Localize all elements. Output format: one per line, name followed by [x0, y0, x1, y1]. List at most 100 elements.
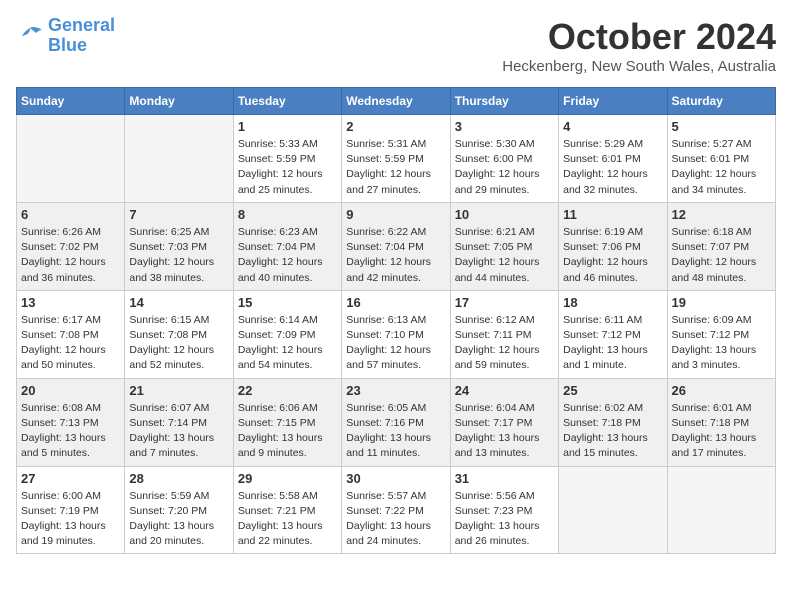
day-number: 17	[455, 295, 554, 310]
calendar-week-3: 13 Sunrise: 6:17 AM Sunset: 7:08 PM Dayli…	[17, 290, 776, 378]
table-cell: 21 Sunrise: 6:07 AM Sunset: 7:14 PM Dayli…	[125, 378, 233, 466]
day-number: 8	[238, 207, 337, 222]
table-cell: 12 Sunrise: 6:18 AM Sunset: 7:07 PM Dayli…	[667, 202, 775, 290]
month-title: October 2024	[502, 16, 776, 58]
day-number: 28	[129, 471, 228, 486]
table-cell: 11Sunrise: 6:19 AM Sunset: 7:06 PM Dayli…	[559, 202, 667, 290]
page-header: General Blue October 2024 Heckenberg, Ne…	[16, 16, 776, 75]
table-cell: 3 Sunrise: 5:30 AM Sunset: 6:00 PM Daylig…	[450, 115, 558, 203]
table-cell: 13 Sunrise: 6:17 AM Sunset: 7:08 PM Dayli…	[17, 290, 125, 378]
calendar-week-4: 20 Sunrise: 6:08 AM Sunset: 7:13 PM Dayli…	[17, 378, 776, 466]
table-cell: 23 Sunrise: 6:05 AM Sunset: 7:16 PM Dayli…	[342, 378, 450, 466]
day-number: 21	[129, 383, 228, 398]
table-cell: 1 Sunrise: 5:33 AM Sunset: 5:59 PM Daylig…	[233, 115, 341, 203]
table-cell: 16 Sunrise: 6:13 AM Sunset: 7:10 PM Dayli…	[342, 290, 450, 378]
day-info: Sunrise: 5:30 AM Sunset: 6:00 PM Dayligh…	[455, 137, 554, 198]
day-number: 27	[21, 471, 120, 486]
day-info: Sunrise: 6:07 AM Sunset: 7:14 PM Dayligh…	[129, 401, 228, 462]
day-info: Sunrise: 5:31 AM Sunset: 5:59 PM Dayligh…	[346, 137, 445, 198]
day-info: Sunrise: 6:18 AM Sunset: 7:07 PM Dayligh…	[672, 225, 771, 286]
table-cell: 9 Sunrise: 6:22 AM Sunset: 7:04 PM Daylig…	[342, 202, 450, 290]
table-cell: 20 Sunrise: 6:08 AM Sunset: 7:13 PM Dayli…	[17, 378, 125, 466]
calendar: Sunday Monday Tuesday Wednesday Thursday…	[16, 87, 776, 554]
header-sunday: Sunday	[17, 88, 125, 115]
day-number: 13	[21, 295, 120, 310]
day-number: 26	[672, 383, 771, 398]
table-cell: 26 Sunrise: 6:01 AM Sunset: 7:18 PM Dayli…	[667, 378, 775, 466]
table-cell: 22Sunrise: 6:06 AM Sunset: 7:15 PM Dayli…	[233, 378, 341, 466]
day-info: Sunrise: 6:04 AM Sunset: 7:17 PM Dayligh…	[455, 401, 554, 462]
day-info: Sunrise: 6:23 AM Sunset: 7:04 PM Dayligh…	[238, 225, 337, 286]
day-info: Sunrise: 6:05 AM Sunset: 7:16 PM Dayligh…	[346, 401, 445, 462]
day-info: Sunrise: 6:15 AM Sunset: 7:08 PM Dayligh…	[129, 313, 228, 374]
day-number: 7	[129, 207, 228, 222]
table-cell: 31Sunrise: 5:56 AM Sunset: 7:23 PM Dayli…	[450, 466, 558, 554]
day-number: 6	[21, 207, 120, 222]
calendar-week-5: 27 Sunrise: 6:00 AM Sunset: 7:19 PM Dayli…	[17, 466, 776, 554]
day-number: 2	[346, 119, 445, 134]
logo-icon	[16, 24, 44, 48]
table-cell: 18Sunrise: 6:11 AM Sunset: 7:12 PM Dayli…	[559, 290, 667, 378]
day-number: 31	[455, 471, 554, 486]
table-cell	[559, 466, 667, 554]
table-cell: 4Sunrise: 5:29 AM Sunset: 6:01 PM Daylig…	[559, 115, 667, 203]
day-number: 16	[346, 295, 445, 310]
header-monday: Monday	[125, 88, 233, 115]
day-info: Sunrise: 5:58 AM Sunset: 7:21 PM Dayligh…	[238, 489, 337, 550]
table-cell: 24 Sunrise: 6:04 AM Sunset: 7:17 PM Dayli…	[450, 378, 558, 466]
day-info: Sunrise: 5:33 AM Sunset: 5:59 PM Dayligh…	[238, 137, 337, 198]
day-info: Sunrise: 6:11 AM Sunset: 7:12 PM Dayligh…	[563, 313, 662, 374]
day-number: 23	[346, 383, 445, 398]
day-number: 30	[346, 471, 445, 486]
day-number: 25	[563, 383, 662, 398]
day-number: 29	[238, 471, 337, 486]
day-info: Sunrise: 5:59 AM Sunset: 7:20 PM Dayligh…	[129, 489, 228, 550]
day-info: Sunrise: 6:14 AM Sunset: 7:09 PM Dayligh…	[238, 313, 337, 374]
day-number: 3	[455, 119, 554, 134]
table-cell: 29 Sunrise: 5:58 AM Sunset: 7:21 PM Dayli…	[233, 466, 341, 554]
location: Heckenberg, New South Wales, Australia	[502, 58, 776, 75]
day-info: Sunrise: 6:09 AM Sunset: 7:12 PM Dayligh…	[672, 313, 771, 374]
day-number: 20	[21, 383, 120, 398]
table-cell: 27 Sunrise: 6:00 AM Sunset: 7:19 PM Dayli…	[17, 466, 125, 554]
day-info: Sunrise: 6:22 AM Sunset: 7:04 PM Dayligh…	[346, 225, 445, 286]
header-wednesday: Wednesday	[342, 88, 450, 115]
calendar-week-2: 6 Sunrise: 6:26 AM Sunset: 7:02 PM Daylig…	[17, 202, 776, 290]
day-info: Sunrise: 5:29 AM Sunset: 6:01 PM Dayligh…	[563, 137, 662, 198]
header-friday: Friday	[559, 88, 667, 115]
day-info: Sunrise: 6:13 AM Sunset: 7:10 PM Dayligh…	[346, 313, 445, 374]
header-saturday: Saturday	[667, 88, 775, 115]
logo: General Blue	[16, 16, 115, 56]
day-info: Sunrise: 6:21 AM Sunset: 7:05 PM Dayligh…	[455, 225, 554, 286]
day-number: 10	[455, 207, 554, 222]
table-cell: 6 Sunrise: 6:26 AM Sunset: 7:02 PM Daylig…	[17, 202, 125, 290]
day-info: Sunrise: 6:08 AM Sunset: 7:13 PM Dayligh…	[21, 401, 120, 462]
table-cell: 7 Sunrise: 6:25 AM Sunset: 7:03 PM Daylig…	[125, 202, 233, 290]
day-info: Sunrise: 6:25 AM Sunset: 7:03 PM Dayligh…	[129, 225, 228, 286]
table-cell: 8 Sunrise: 6:23 AM Sunset: 7:04 PM Daylig…	[233, 202, 341, 290]
table-cell: 17 Sunrise: 6:12 AM Sunset: 7:11 PM Dayli…	[450, 290, 558, 378]
day-info: Sunrise: 6:06 AM Sunset: 7:15 PM Dayligh…	[238, 401, 337, 462]
day-info: Sunrise: 5:57 AM Sunset: 7:22 PM Dayligh…	[346, 489, 445, 550]
day-info: Sunrise: 6:26 AM Sunset: 7:02 PM Dayligh…	[21, 225, 120, 286]
day-number: 1	[238, 119, 337, 134]
title-area: October 2024 Heckenberg, New South Wales…	[502, 16, 776, 75]
table-cell: 19 Sunrise: 6:09 AM Sunset: 7:12 PM Dayli…	[667, 290, 775, 378]
calendar-week-1: 1 Sunrise: 5:33 AM Sunset: 5:59 PM Daylig…	[17, 115, 776, 203]
header-tuesday: Tuesday	[233, 88, 341, 115]
day-info: Sunrise: 6:00 AM Sunset: 7:19 PM Dayligh…	[21, 489, 120, 550]
day-info: Sunrise: 6:02 AM Sunset: 7:18 PM Dayligh…	[563, 401, 662, 462]
day-number: 12	[672, 207, 771, 222]
table-cell: 25 Sunrise: 6:02 AM Sunset: 7:18 PM Dayli…	[559, 378, 667, 466]
day-number: 15	[238, 295, 337, 310]
day-number: 19	[672, 295, 771, 310]
table-cell: 30 Sunrise: 5:57 AM Sunset: 7:22 PM Dayli…	[342, 466, 450, 554]
day-info: Sunrise: 6:01 AM Sunset: 7:18 PM Dayligh…	[672, 401, 771, 462]
day-info: Sunrise: 6:12 AM Sunset: 7:11 PM Dayligh…	[455, 313, 554, 374]
table-cell	[667, 466, 775, 554]
table-cell: 10 Sunrise: 6:21 AM Sunset: 7:05 PM Dayli…	[450, 202, 558, 290]
day-info: Sunrise: 5:27 AM Sunset: 6:01 PM Dayligh…	[672, 137, 771, 198]
day-info: Sunrise: 6:17 AM Sunset: 7:08 PM Dayligh…	[21, 313, 120, 374]
day-number: 24	[455, 383, 554, 398]
day-number: 9	[346, 207, 445, 222]
